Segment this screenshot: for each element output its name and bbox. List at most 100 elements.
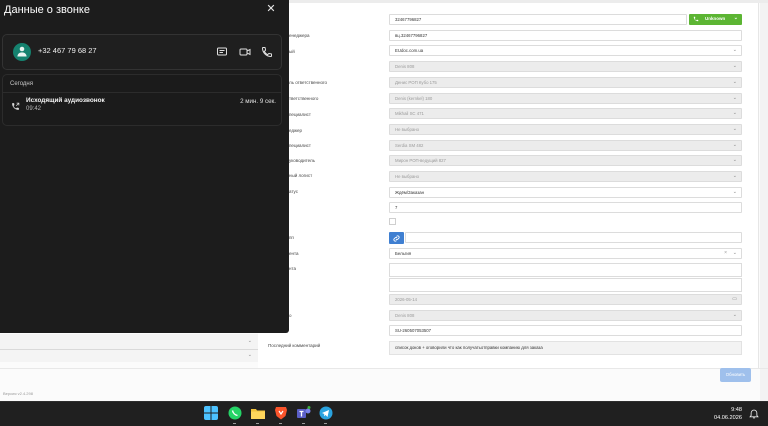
history-divider xyxy=(3,92,281,93)
logist-value: Не выбрано xyxy=(395,174,420,179)
number-input[interactable]: 7 xyxy=(389,202,742,213)
link-button[interactable] xyxy=(389,232,404,244)
field-label-head: уководитель xyxy=(289,158,315,163)
chevron-down-icon: ⌄ xyxy=(247,338,252,344)
field-label-manager-2: еджер xyxy=(289,128,303,133)
client-textarea[interactable] xyxy=(389,263,742,277)
user-icon xyxy=(17,46,27,57)
chevron-down-icon: ⌄ xyxy=(732,79,737,85)
status-dropdown[interactable]: Unknown ⌄ xyxy=(689,14,742,25)
telegram-icon[interactable] xyxy=(319,406,333,420)
message-icon[interactable] xyxy=(216,46,228,58)
clock-time: 9:48 xyxy=(731,407,742,413)
specialist-2-select: Serdia SM 482 ⌄ xyxy=(389,140,742,151)
field-label-responsible: тветственного xyxy=(289,96,319,101)
field-label-responsible-2: о xyxy=(289,313,292,318)
deputy-responsible-value: Денис POП Кубо 175 xyxy=(395,80,437,85)
chevron-down-icon: ⌄ xyxy=(732,142,737,148)
order-number-value: SU-260507053507 xyxy=(395,328,432,333)
messenger-input[interactable]: вц.32467796827 xyxy=(389,30,742,41)
deal-status-select[interactable]: Ждём/Заказан ⌄ xyxy=(389,187,742,198)
running-indicator xyxy=(324,423,327,424)
call-duration: 2 мин. 9 сек. xyxy=(240,98,276,105)
logist-select: Не выбрано ⌄ xyxy=(389,171,742,182)
link-icon xyxy=(393,235,400,242)
windows-start-icon[interactable] xyxy=(204,406,218,420)
chevron-down-icon: ⌄ xyxy=(732,250,737,256)
specialist-2-value: Serdia SM 482 xyxy=(395,143,424,148)
status-label: Unknown xyxy=(705,16,726,21)
field-label-client-2: нта xyxy=(289,266,296,271)
last-comment-text: список доков + оговорили что как получат… xyxy=(395,345,543,350)
specialist-select: Mikhail SC 471 ⌄ xyxy=(389,108,742,119)
flag-checkbox[interactable] xyxy=(389,218,396,225)
field-label-status: атус xyxy=(289,189,298,194)
video-icon[interactable] xyxy=(239,46,251,58)
link-input[interactable] xyxy=(405,232,742,243)
field-label-manager: енеджера xyxy=(289,33,310,38)
running-indicator xyxy=(279,423,282,424)
manager-2-select: Не выбрано ⌄ xyxy=(389,124,742,135)
field-label-site: ый xyxy=(289,49,295,54)
date-group-label: Сегодня xyxy=(10,81,33,87)
site-value: EUdoc.com.ua xyxy=(395,48,424,53)
notifications-icon[interactable] xyxy=(749,409,759,419)
outgoing-call-icon xyxy=(12,102,20,110)
page-scrollbar[interactable] xyxy=(760,3,768,401)
chevron-down-icon: ⌄ xyxy=(732,173,737,179)
panel-title: Данные о звонке xyxy=(4,4,90,16)
whatsapp-icon[interactable] xyxy=(228,406,242,420)
field-label-last-comment: Последний комментарий xyxy=(268,343,321,348)
head-select: Мирон POП-ведущий 827 ⌄ xyxy=(389,155,742,166)
notes-textarea[interactable] xyxy=(389,278,742,292)
deputy-responsible-select: Денис POП Кубо 175 ⌄ xyxy=(389,77,742,88)
running-indicator xyxy=(233,423,236,424)
left-select-2[interactable]: ⌄ xyxy=(0,350,258,362)
manager-select: Denis 808 ⌄ xyxy=(389,61,742,72)
update-button[interactable]: Обновить xyxy=(720,368,751,382)
date-value: 2026-05-14 xyxy=(395,297,417,302)
taskbar: 9:48 04.06.2026 xyxy=(0,401,768,426)
field-label-logist: ный логист xyxy=(289,173,313,178)
app-version: Версия v2.4.298 xyxy=(3,391,33,396)
running-indicator xyxy=(302,423,305,424)
chevron-down-icon: ⌄ xyxy=(732,126,737,132)
left-select[interactable]: ⌄ xyxy=(0,334,258,350)
avatar xyxy=(13,43,31,61)
chevron-down-icon: ⌄ xyxy=(732,47,737,53)
specialist-value: Mikhail SC 471 xyxy=(395,111,424,116)
site-select[interactable]: EUdoc.com.ua ⌄ xyxy=(389,45,742,56)
footer-divider xyxy=(0,368,768,369)
chevron-down-icon: ⌄ xyxy=(247,352,252,358)
field-label-specialist-2: пециалист xyxy=(289,143,311,148)
chevron-down-icon: ⌄ xyxy=(732,312,737,318)
number-value: 7 xyxy=(395,205,398,210)
country-select[interactable]: Бельгия × ⌄ xyxy=(389,248,742,259)
order-number-input[interactable]: SU-260507053507 xyxy=(389,325,742,336)
field-label-group: пп xyxy=(289,235,294,240)
phone-input[interactable]: 32467796827 xyxy=(389,14,687,25)
phone-icon[interactable] xyxy=(261,46,273,58)
brave-icon[interactable] xyxy=(274,406,288,420)
contact-card: +32 467 79 68 27 xyxy=(2,34,282,70)
manager-2-value: Не выбрано xyxy=(395,127,420,132)
contact-phone-number: +32 467 79 68 27 xyxy=(38,46,97,55)
calendar-icon: ▭ xyxy=(732,296,737,302)
call-history-card: Сегодня Исходящий аудиозвонок 09:42 2 ми… xyxy=(2,74,282,126)
call-details-panel: Данные о звонке ✕ +32 467 79 68 27 Сегод… xyxy=(0,0,289,333)
date-input: 2026-05-14 ▭ xyxy=(389,294,742,305)
file-explorer-icon[interactable] xyxy=(251,406,265,420)
head-value: Мирон POП-ведущий 827 xyxy=(395,158,446,163)
close-icon[interactable]: ✕ xyxy=(265,3,277,15)
teams-icon[interactable] xyxy=(297,406,311,420)
chevron-down-icon: ⌄ xyxy=(733,15,738,21)
chevron-down-icon: ⌄ xyxy=(732,63,737,69)
field-label-deputy-responsible: ль ответственного xyxy=(289,80,328,85)
clear-icon[interactable]: × xyxy=(724,249,727,258)
responsible-2-select: Denis 808 ⌄ xyxy=(389,310,742,321)
system-clock[interactable]: 9:48 04.06.2026 xyxy=(708,406,742,422)
messenger-value: вц.32467796827 xyxy=(395,33,428,38)
field-label-client: ента xyxy=(289,251,299,256)
responsible-2-value: Denis 808 xyxy=(395,313,415,318)
field-label-specialist: пециалист xyxy=(289,112,311,117)
